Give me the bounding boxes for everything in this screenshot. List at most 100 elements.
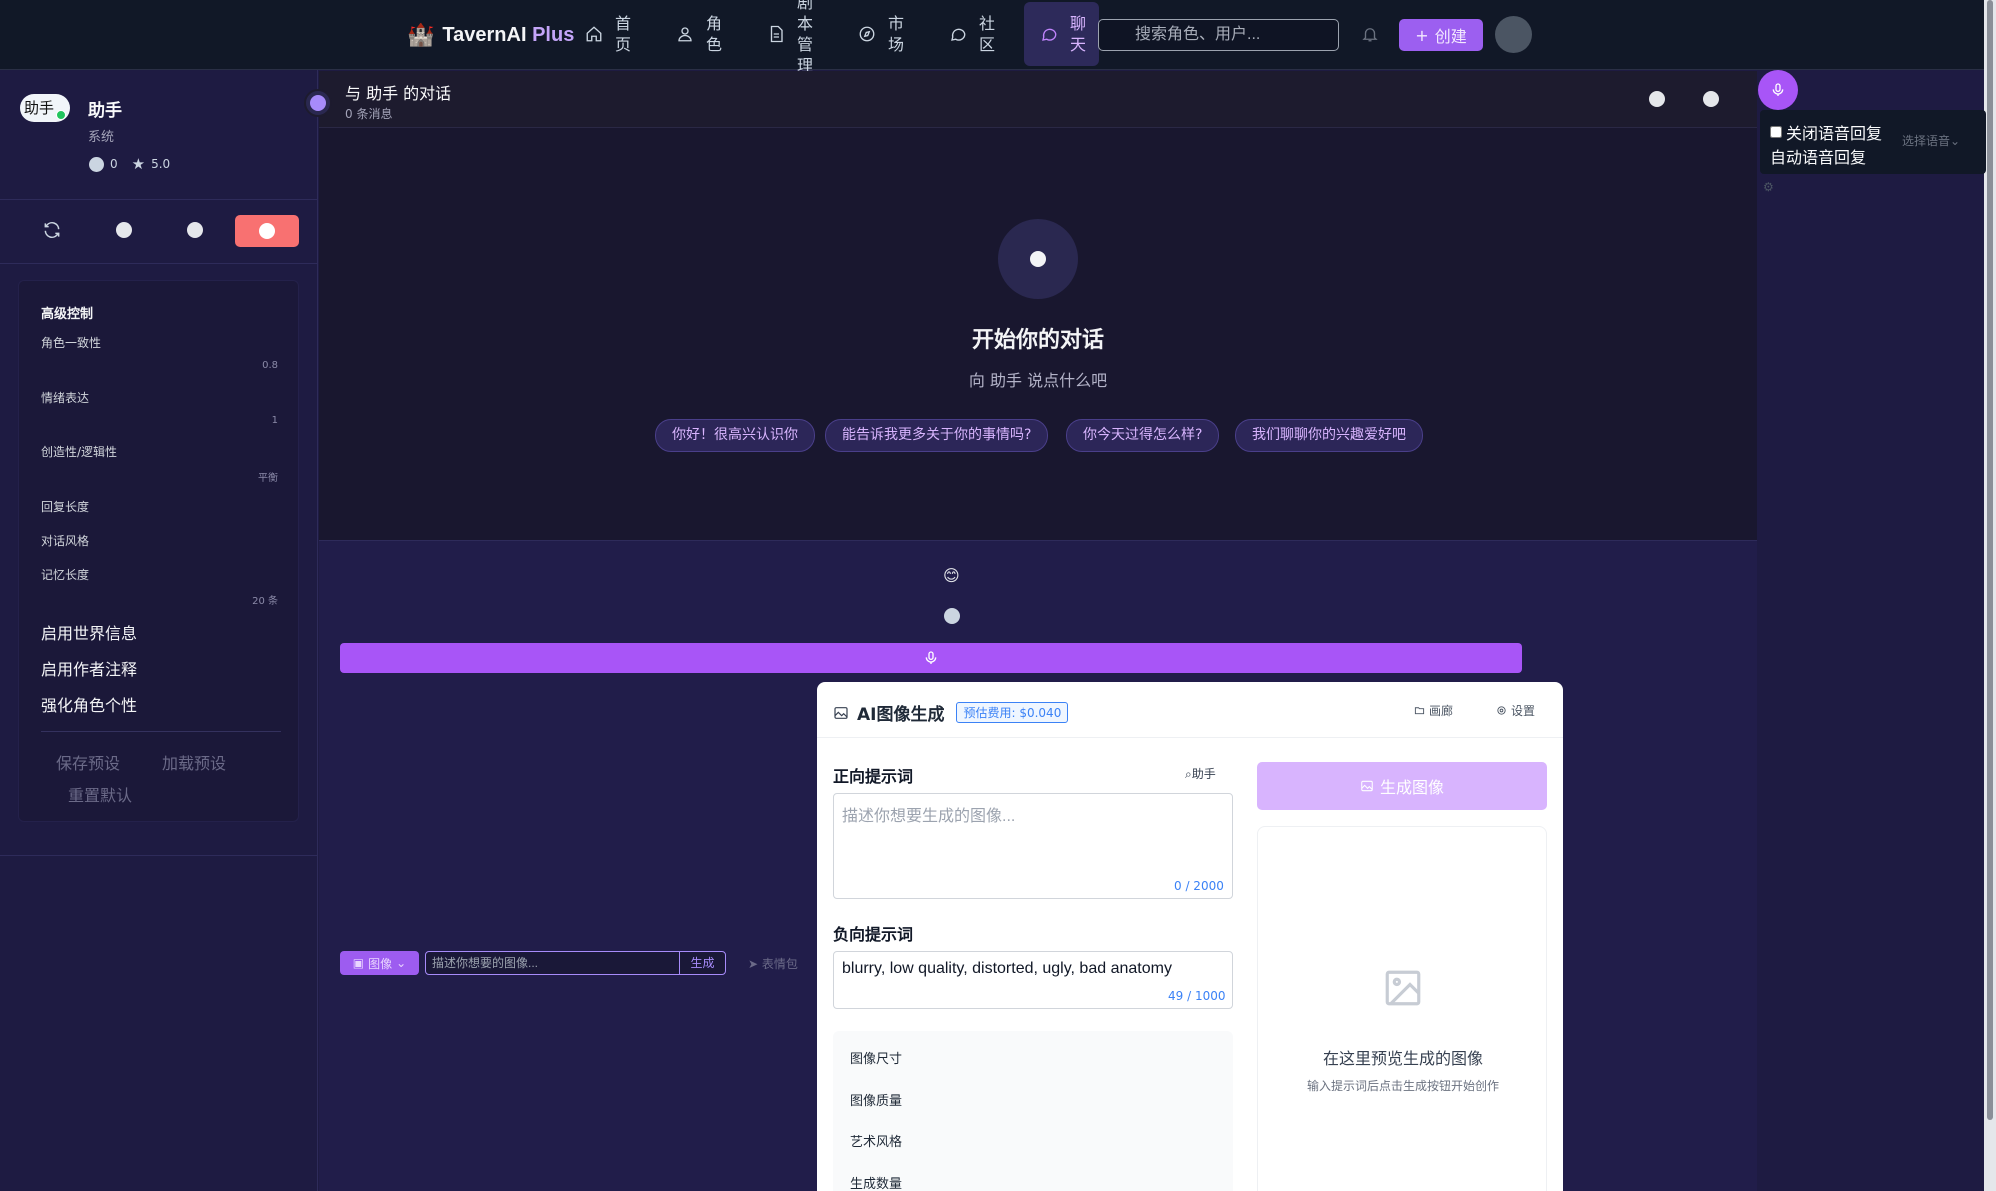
bell-icon	[1362, 28, 1378, 42]
divider	[41, 731, 281, 732]
suggestion-chip[interactable]: 你今天过得怎么样?	[1066, 419, 1220, 452]
refresh-icon	[44, 221, 60, 239]
header-action-2[interactable]	[1703, 91, 1719, 107]
voice-select-dropdown[interactable]: 选择语音⌄	[1902, 132, 1960, 149]
image-mode-label: 图像	[368, 956, 393, 971]
chat-count-icon	[89, 156, 104, 172]
voice-record-bar[interactable]	[340, 643, 1522, 673]
chat-icon	[1042, 28, 1057, 41]
voice-mic-button[interactable]	[1758, 70, 1798, 110]
microphone-icon	[925, 651, 937, 664]
top-navbar: 🏰 TavernAI Plus 首页 角色 剧本管理 市场 社区 聊天 + 创建	[0, 0, 1984, 75]
image-preview: 在这里预览生成的图像 输入提示词后点击生成按钮开始创作	[1257, 826, 1547, 1191]
nav-market[interactable]: 市场	[858, 0, 904, 68]
gallery-button[interactable]: 画廊	[1414, 702, 1453, 719]
close-voice-reply-toggle[interactable]: 关闭语音回复	[1770, 120, 1882, 144]
reset-default-button[interactable]: 重置默认	[68, 782, 132, 806]
message-icon	[951, 28, 966, 41]
positive-prompt-textarea[interactable]	[833, 793, 1233, 899]
toggle-author-note[interactable]: 启用作者注释	[41, 656, 137, 680]
option-image-quality[interactable]: 图像质量	[850, 1090, 902, 1109]
close-voice-reply-checkbox[interactable]	[1770, 126, 1782, 138]
control-style-label: 对话风格	[41, 534, 90, 548]
message-count: 0 条消息	[345, 107, 393, 121]
search-input[interactable]	[1098, 19, 1339, 51]
plus-icon: +	[1415, 25, 1429, 45]
delete-button[interactable]	[235, 215, 299, 247]
attachment-button[interactable]	[944, 608, 960, 624]
compass-icon	[859, 26, 875, 42]
option-generate-count[interactable]: 生成数量	[850, 1173, 902, 1191]
panel-title: 高级控制	[41, 307, 94, 322]
control-length-label: 回复长度	[41, 500, 90, 514]
voice-settings-panel: 关闭语音回复 自动语音回复 选择语音⌄	[1760, 110, 1986, 174]
image-prompt-input[interactable]	[426, 952, 680, 974]
tool-icon	[187, 222, 203, 238]
control-consistency-value: 0.8	[262, 360, 278, 371]
chevron-down-icon: ⌄	[1950, 134, 1961, 148]
prompt-helper-button[interactable]: ⌕助手	[1185, 765, 1216, 782]
divider	[0, 855, 318, 856]
tool-button-3[interactable]	[185, 220, 205, 240]
control-memory-label: 记忆长度	[41, 568, 90, 582]
home-icon	[586, 26, 602, 42]
character-stats: 0 ★ 5.0	[89, 155, 170, 173]
image-quick-tool: ▣ 图像 ⌄ 生成 ➤ 表情包	[340, 951, 798, 975]
toggle-world-info[interactable]: 启用世界信息	[41, 620, 137, 644]
image-generate-button[interactable]: 生成	[680, 952, 725, 974]
nav-chat[interactable]: 聊天	[1024, 2, 1099, 66]
option-art-style[interactable]: 艺术风格	[850, 1131, 902, 1150]
suggestion-chip[interactable]: 能告诉我更多关于你的事情吗?	[825, 419, 1049, 452]
brand[interactable]: 🏰 TavernAI Plus	[407, 20, 574, 50]
notification-bell[interactable]	[1361, 24, 1379, 44]
load-preset-button[interactable]: 加载预设	[162, 750, 226, 774]
preview-title: 在这里预览生成的图像	[1322, 1049, 1483, 1068]
brand-name: TavernAI Plus	[442, 23, 575, 46]
image-mode-dropdown[interactable]: ▣ 图像 ⌄	[340, 951, 419, 975]
character-avatar[interactable]: 助手	[20, 94, 70, 122]
rating-value: 5.0	[151, 157, 171, 171]
nav-home[interactable]: 首页	[585, 0, 631, 68]
document-icon	[770, 25, 783, 43]
settings-button[interactable]: 设置	[1496, 702, 1535, 719]
chat-title: 与 助手 的对话	[345, 84, 452, 103]
control-emotion-label: 情绪表达	[41, 391, 90, 405]
user-icon	[678, 27, 692, 42]
star-icon: ★	[131, 155, 146, 173]
save-preset-button[interactable]: 保存预设	[56, 750, 120, 774]
image-icon	[1361, 780, 1373, 792]
folder-icon	[1414, 707, 1425, 715]
scrollbar-thumb[interactable]	[1987, 0, 1993, 1120]
emoji-button[interactable]: 😊	[943, 566, 960, 585]
nav-characters[interactable]: 角色	[676, 0, 722, 68]
tool-button-2[interactable]	[114, 220, 134, 240]
control-creativity-label: 创造性/逻辑性	[41, 445, 118, 459]
suggestion-chip[interactable]: 你好！很高兴认识你	[655, 419, 815, 452]
page-scrollbar[interactable]	[1984, 0, 1996, 1191]
image-prompt-group: 生成	[425, 951, 726, 975]
voice-settings-gear-icon[interactable]: ⚙	[1763, 180, 1774, 194]
emoji-pack-button[interactable]: ➤ 表情包	[748, 955, 798, 972]
toggle-enhance-personality[interactable]: 强化角色个性	[41, 692, 137, 716]
positive-prompt-counter: 0 / 2000	[1174, 879, 1224, 893]
advanced-controls-panel: 高级控制 角色一致性 0.8 情绪表达 1 创造性/逻辑性 平衡 回复长度 对话…	[18, 280, 299, 822]
chat-messages-area: 开始你的对话 向 助手 说点什么吧 你好！很高兴认识你 能告诉我更多关于你的事情…	[319, 128, 1757, 540]
chat-character-icon	[304, 89, 332, 117]
divider	[0, 263, 318, 264]
option-image-size[interactable]: 图像尺寸	[850, 1048, 902, 1067]
auto-voice-reply[interactable]: 自动语音回复	[1770, 144, 1866, 168]
control-consistency-label: 角色一致性	[41, 336, 102, 350]
refresh-button[interactable]	[42, 220, 62, 240]
character-sidebar: 助手 助手 系统 0 ★ 5.0 高级控制 角色一致性 0.8 情绪表达 1 创造…	[0, 70, 318, 1191]
image-icon	[834, 706, 848, 719]
nav-community[interactable]: 社区	[949, 0, 995, 68]
header-action-1[interactable]	[1649, 91, 1665, 107]
create-button[interactable]: + 创建	[1399, 19, 1483, 51]
microphone-icon	[1772, 83, 1784, 96]
user-avatar[interactable]	[1495, 16, 1532, 53]
nav-scripts[interactable]: 剧本管理	[767, 0, 813, 80]
suggestion-chip[interactable]: 我们聊聊你的兴趣爱好吧	[1235, 419, 1423, 452]
tool-icon	[116, 222, 132, 238]
generate-image-button[interactable]: 生成图像	[1257, 762, 1547, 810]
chevron-down-icon: ⌄	[396, 956, 407, 970]
